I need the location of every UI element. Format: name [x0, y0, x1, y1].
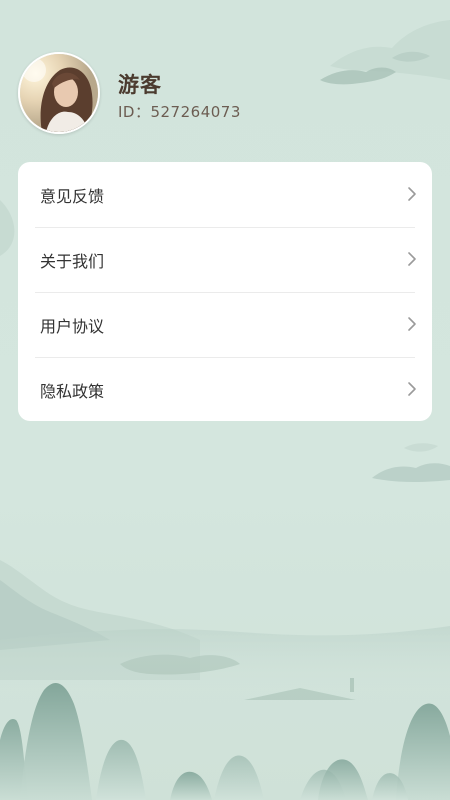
menu-item-about-us[interactable]: 关于我们: [18, 227, 432, 292]
menu-item-label: 隐私政策: [40, 381, 105, 401]
user-id: ID：527264073: [118, 103, 241, 121]
user-name: 游客: [118, 73, 162, 97]
menu-item-privacy-policy[interactable]: 隐私政策: [18, 357, 432, 421]
chevron-right-icon: [408, 381, 416, 396]
avatar-image: [20, 54, 98, 132]
chevron-right-icon: [408, 251, 416, 266]
menu-item-label: 意见反馈: [40, 186, 105, 206]
menu-item-feedback[interactable]: 意见反馈: [18, 162, 432, 227]
menu-item-label: 关于我们: [40, 251, 105, 271]
profile-header: 游客 ID：527264073: [18, 52, 432, 136]
menu-item-user-agreement[interactable]: 用户协议: [18, 292, 432, 357]
menu-item-label: 用户协议: [40, 316, 105, 336]
chevron-right-icon: [408, 316, 416, 331]
chevron-right-icon: [408, 186, 416, 201]
avatar[interactable]: [18, 52, 100, 134]
menu-card: 意见反馈 关于我们 用户协议 隐私政策: [18, 162, 432, 421]
